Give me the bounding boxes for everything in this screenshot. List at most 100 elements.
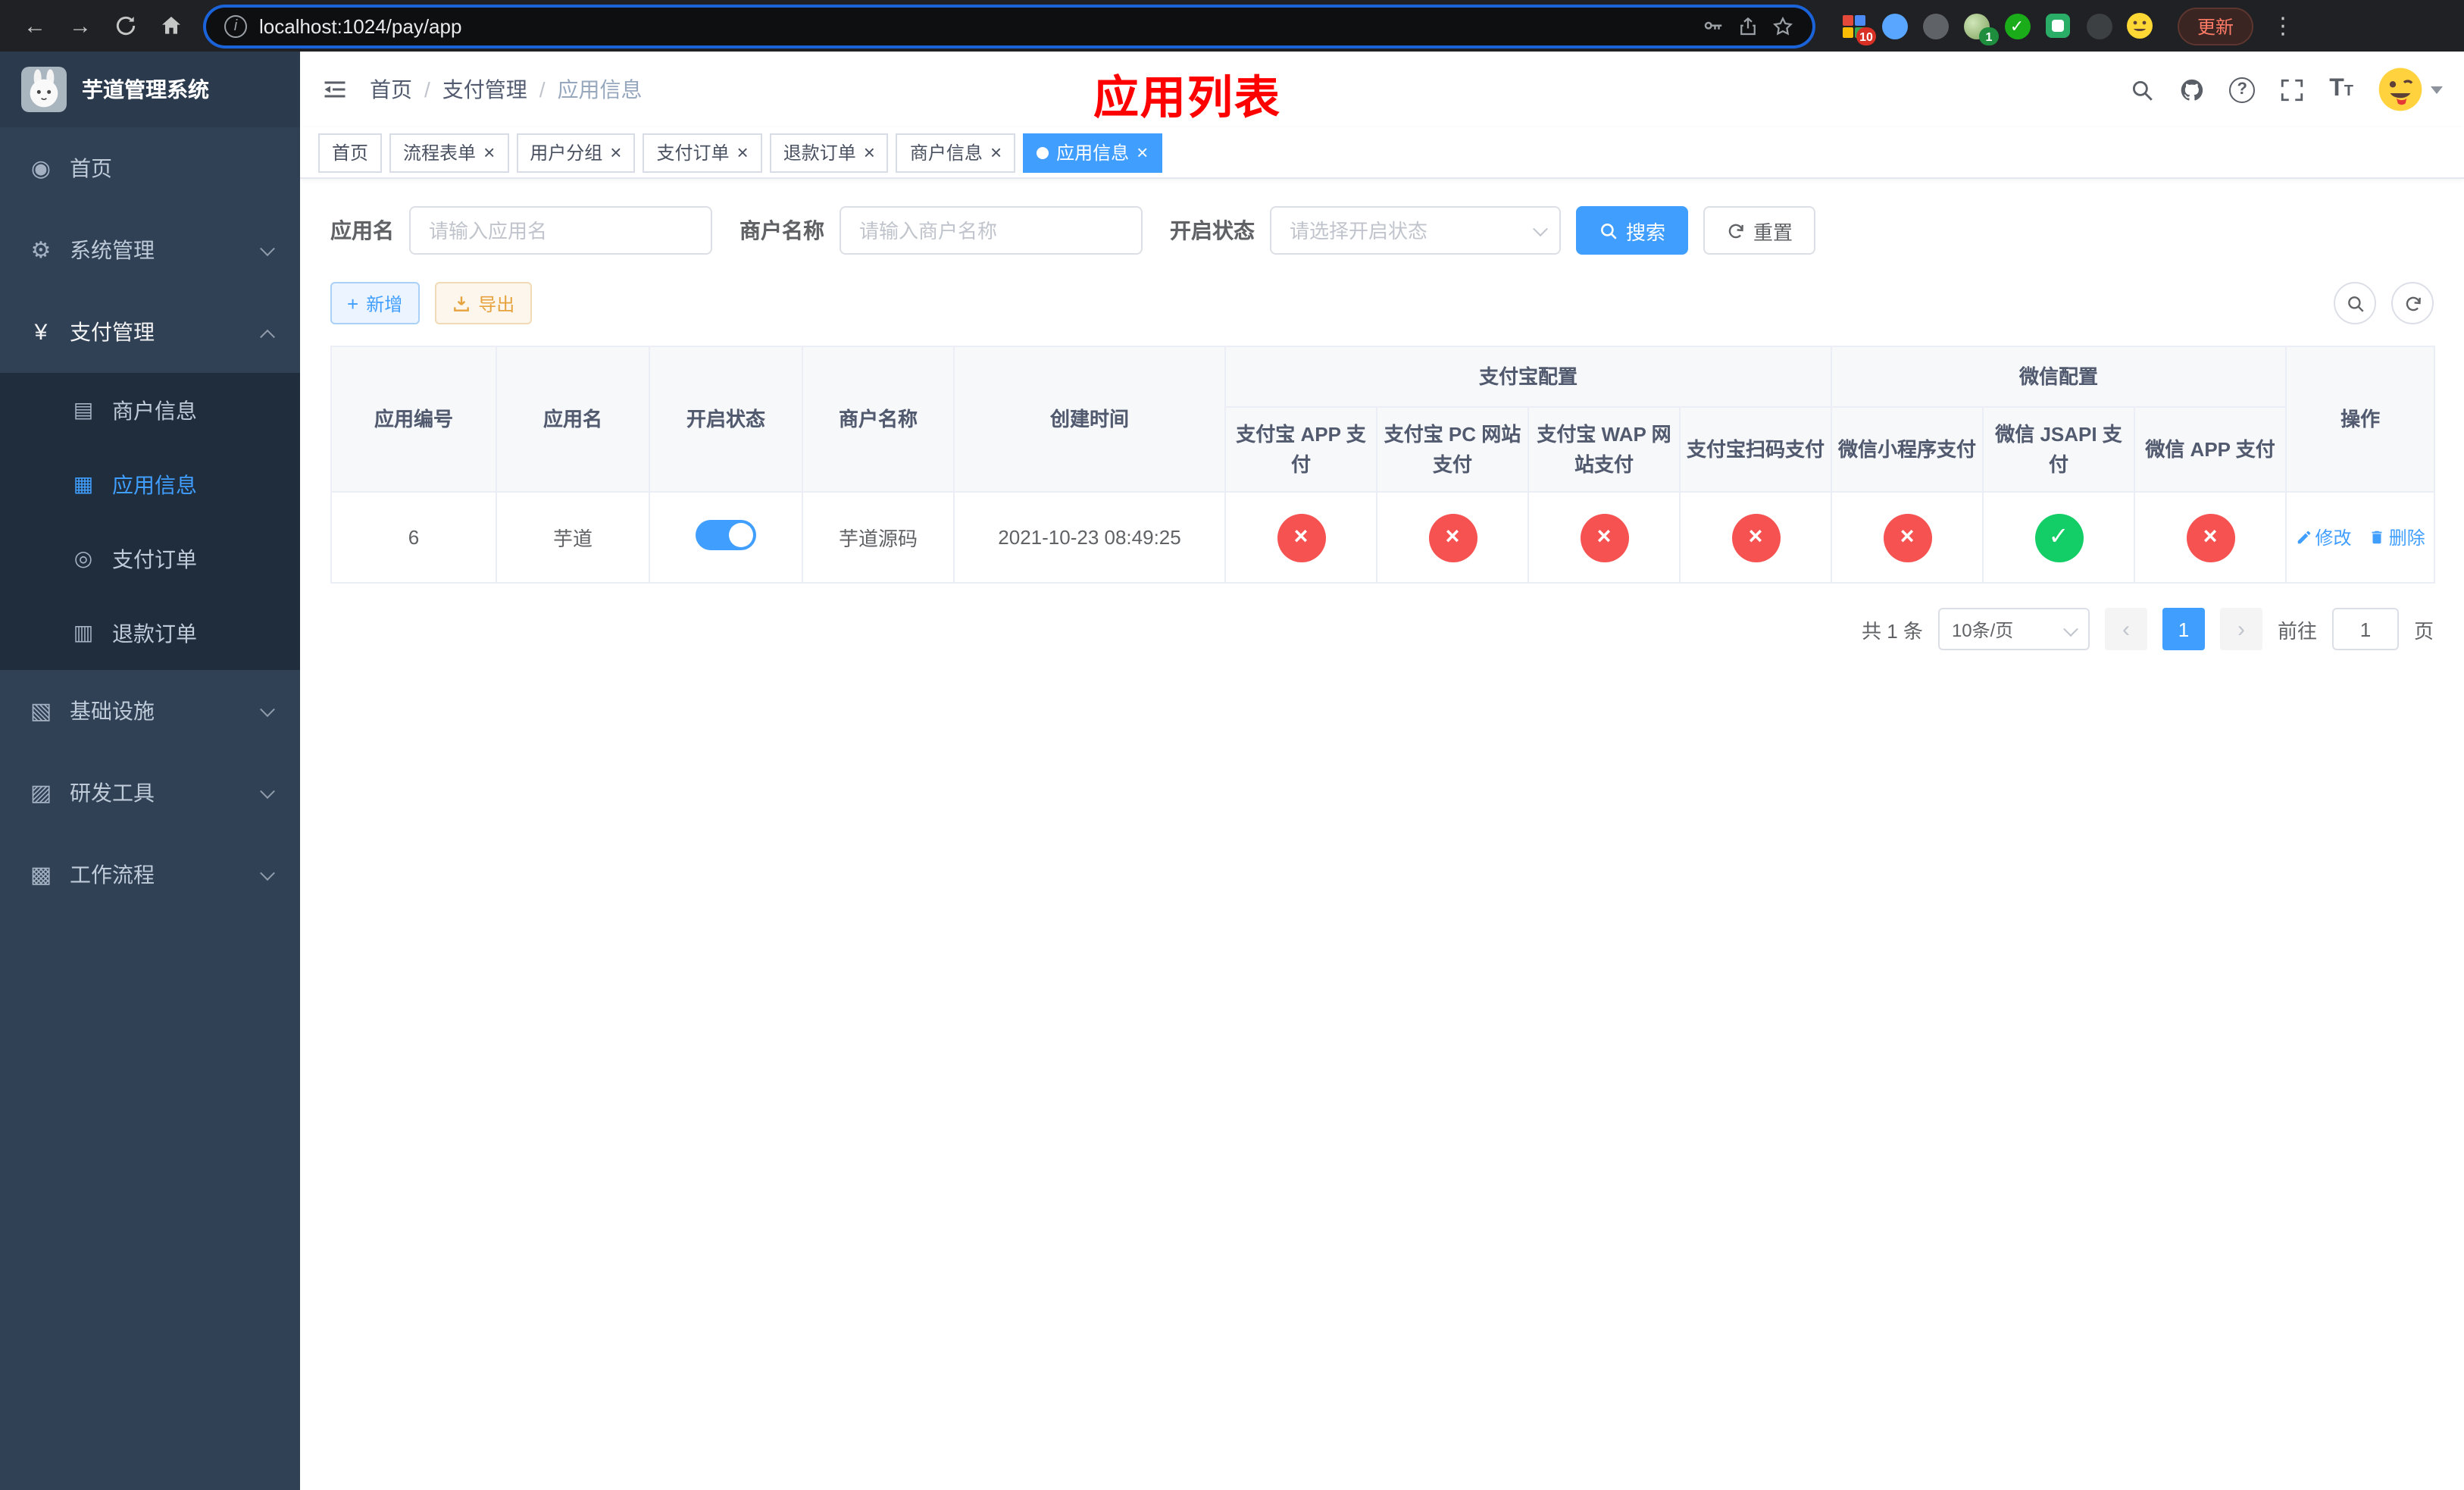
delete-link-label: 删除 <box>2388 527 2425 549</box>
close-icon[interactable]: × <box>990 142 1002 162</box>
tags-view-bar: 首页 流程表单 × 用户分组 × 支付订单 × 退款订单 × 商户信息 × 应用… <box>300 127 2464 179</box>
tab-app-info[interactable]: 应用信息 × <box>1023 133 1162 172</box>
merchant-name-input[interactable] <box>840 206 1143 255</box>
sidebar-item-label: 基础设施 <box>70 699 155 723</box>
sidebar-item-app-info[interactable]: ▦ 应用信息 <box>0 447 300 521</box>
sidebar-item-refund-orders[interactable]: ▥ 退款订单 <box>0 596 300 670</box>
gear-icon: ⚙ <box>30 238 52 264</box>
bookmark-star-icon[interactable] <box>1771 14 1794 37</box>
browser-update-button[interactable]: 更新 <box>2178 7 2254 45</box>
extension-puzzle-icon[interactable] <box>2085 12 2112 39</box>
header-search-button[interactable] <box>2129 77 2155 102</box>
extension-grid-icon[interactable]: 10 <box>1840 12 1876 45</box>
cell-status <box>649 491 803 584</box>
browser-home-button[interactable] <box>152 6 191 45</box>
breadcrumb-payment[interactable]: 支付管理 <box>442 74 527 105</box>
extension-blue-icon[interactable] <box>1881 12 1908 39</box>
breadcrumb-separator: / <box>539 77 546 102</box>
tab-merchant-info[interactable]: 商户信息 × <box>896 133 1016 172</box>
sidebar-item-label: 首页 <box>70 156 112 180</box>
top-navbar: 首页 / 支付管理 / 应用信息 应用列表 ? TT <box>300 52 2464 127</box>
search-button[interactable]: 搜索 <box>1576 206 1689 255</box>
next-page-button[interactable]: › <box>2219 608 2262 650</box>
delete-link[interactable]: 删除 <box>2369 524 2425 550</box>
app-logo: 芋道管理系统 <box>0 52 300 127</box>
payment-submenu: ▤ 商户信息 ▦ 应用信息 ◎ 支付订单 ▥ 退款订单 <box>0 373 300 670</box>
sidebar-item-merchant-info[interactable]: ▤ 商户信息 <box>0 373 300 447</box>
sidebar-item-infrastructure[interactable]: ▧ 基础设施 <box>0 670 300 752</box>
tab-label: 支付订单 <box>656 142 730 164</box>
close-icon[interactable]: × <box>1137 142 1148 162</box>
browser-back-button[interactable]: ← <box>15 6 55 45</box>
sidebar-item-home[interactable]: ◉ 首页 <box>0 127 300 209</box>
extension-green-check-icon[interactable]: ✓ <box>2003 12 2031 39</box>
cell-wx-mini: × <box>1831 491 1984 584</box>
tab-pay-orders[interactable]: 支付订单 × <box>643 133 762 172</box>
breadcrumb-home[interactable]: 首页 <box>370 74 412 105</box>
browser-reload-button[interactable] <box>106 6 145 45</box>
status-toggle[interactable] <box>696 520 756 550</box>
edit-link[interactable]: 修改 <box>2295 524 2351 550</box>
status-cross-icon: × <box>1580 513 1628 562</box>
sidebar-item-workflow[interactable]: ▩ 工作流程 <box>0 834 300 916</box>
merchant-name-label: 商户名称 <box>740 218 824 243</box>
sidebar-item-pay-orders[interactable]: ◎ 支付订单 <box>0 521 300 596</box>
sidebar-toggle[interactable] <box>321 76 349 103</box>
status-select-input[interactable] <box>1270 206 1561 255</box>
extension-emoji-icon[interactable] <box>2126 12 2153 39</box>
add-button-label: 新增 <box>366 293 403 315</box>
close-icon[interactable]: × <box>737 142 749 162</box>
reset-button[interactable]: 重置 <box>1703 206 1816 255</box>
add-button[interactable]: + 新增 <box>330 282 420 324</box>
password-key-icon[interactable] <box>1702 14 1724 37</box>
status-cross-icon: × <box>1883 513 1932 562</box>
site-info-icon[interactable]: i <box>224 14 247 37</box>
status-cross-icon: × <box>2186 513 2235 562</box>
export-button[interactable]: 导出 <box>434 282 532 324</box>
active-dot <box>1037 146 1049 158</box>
extension-dark-icon[interactable] <box>1921 12 1949 39</box>
page-suffix-label: 页 <box>2413 619 2434 642</box>
extension-badge: 1 <box>1979 27 1999 45</box>
avatar-emoji-icon <box>2378 67 2422 111</box>
col-header-alipay-qr: 支付宝扫码支付 <box>1678 406 1833 493</box>
sidebar-item-system[interactable]: ⚙ 系统管理 <box>0 209 300 291</box>
goto-page-input[interactable] <box>2331 608 2399 650</box>
github-button[interactable] <box>2179 77 2205 102</box>
tab-label: 应用信息 <box>1056 142 1130 164</box>
extension-chat-icon[interactable] <box>2044 12 2072 39</box>
share-icon[interactable] <box>1737 14 1759 37</box>
navbar-actions: ? TT <box>2129 67 2443 112</box>
status-select[interactable] <box>1270 206 1561 255</box>
close-icon[interactable]: × <box>610 142 621 162</box>
user-avatar[interactable] <box>2378 67 2443 112</box>
page-number-button[interactable]: 1 <box>2162 608 2205 650</box>
tab-home[interactable]: 首页 <box>318 133 383 172</box>
cell-app-name: 芋道 <box>496 491 650 584</box>
sidebar-item-label: 退款订单 <box>112 621 197 645</box>
font-size-button[interactable]: TT <box>2329 77 2353 102</box>
extension-avatar-icon[interactable]: 1 <box>1962 12 1999 45</box>
app-name-input[interactable] <box>409 206 712 255</box>
close-icon[interactable]: × <box>864 142 875 162</box>
tab-refund-orders[interactable]: 退款订单 × <box>769 133 889 172</box>
help-icon[interactable]: ? <box>2229 77 2256 102</box>
tab-user-group[interactable]: 用户分组 × <box>516 133 636 172</box>
fullscreen-button[interactable] <box>2279 77 2305 102</box>
fullscreen-icon <box>2281 78 2303 101</box>
prev-page-button[interactable]: ‹ <box>2104 608 2147 650</box>
browser-forward-button[interactable]: → <box>61 6 100 45</box>
close-icon[interactable]: × <box>483 142 495 162</box>
page-size-select[interactable]: 10条/页 <box>1937 608 2090 650</box>
breadcrumb: 首页 / 支付管理 / 应用信息 <box>370 74 643 105</box>
sidebar-item-payment[interactable]: ¥ 支付管理 <box>0 291 300 373</box>
search-button-label: 搜索 <box>1626 221 1666 243</box>
refresh-table-button[interactable] <box>2391 282 2434 324</box>
browser-menu-icon[interactable]: ⋮ <box>2272 12 2294 39</box>
status-label: 开启状态 <box>1170 218 1255 243</box>
show-search-button[interactable] <box>2334 282 2376 324</box>
tab-label: 退款订单 <box>783 142 856 164</box>
tab-process-form[interactable]: 流程表单 × <box>389 133 509 172</box>
sidebar-item-dev-tools[interactable]: ▨ 研发工具 <box>0 752 300 834</box>
address-bar[interactable]: i localhost:1024/pay/app <box>206 7 1812 45</box>
